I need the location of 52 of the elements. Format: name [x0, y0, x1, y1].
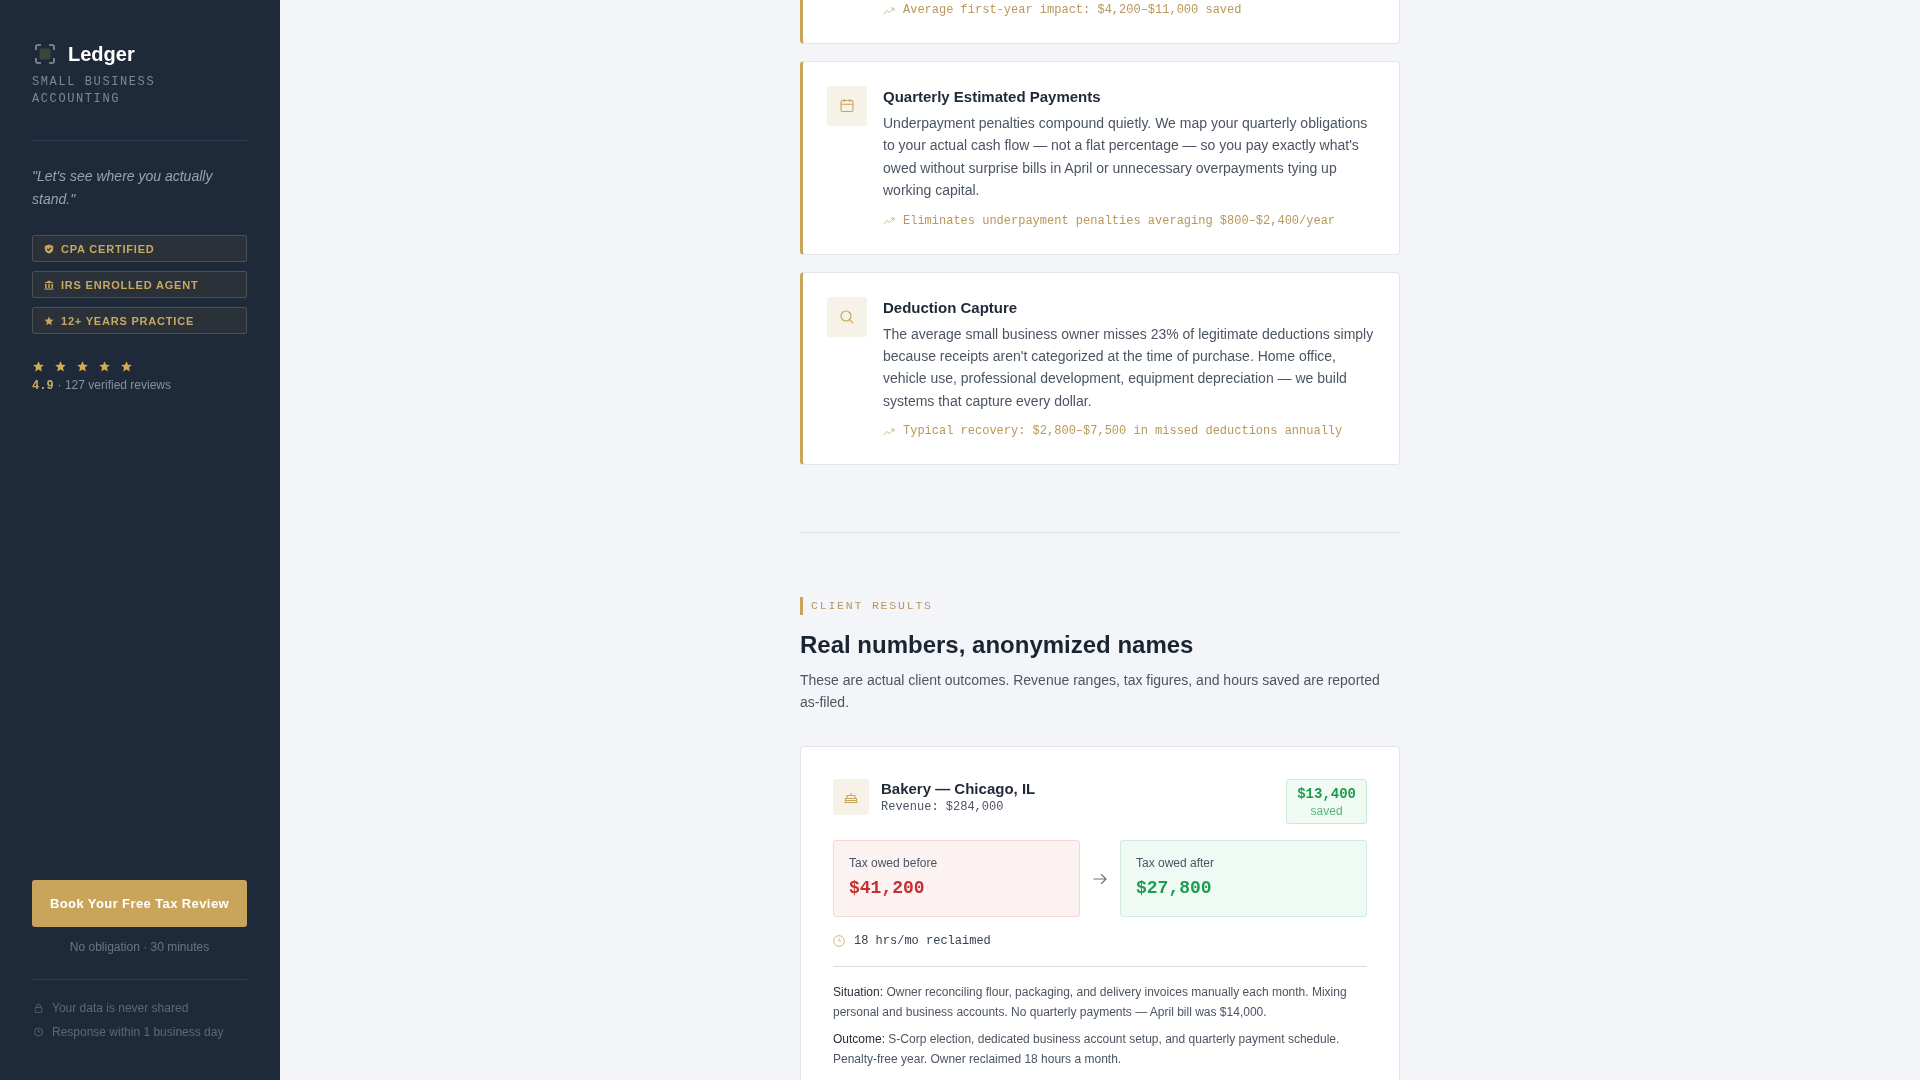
hours-reclaimed: 18 hrs/mo reclaimed [854, 933, 991, 950]
service-description: The average small business owner misses 23% of legitimate deductions simply because receipts aren't categorized at the time of purchase. Home office, vehicle use, professional development, equipment depreciation — we build systems that capture every dollar. [883, 324, 1375, 411]
impact-text: Eliminates underpayment penalties averaging $800–$2,400/year [903, 212, 1336, 230]
star-icon [121, 360, 132, 372]
lock-icon [34, 1003, 43, 1013]
tagline: SMALL BUSINESS ACCOUNTING [32, 74, 157, 108]
review-count: · 127 verified reviews [57, 377, 171, 393]
star-icon [44, 315, 54, 326]
tax-label: Tax owed after [1136, 855, 1216, 872]
service-title: Quarterly Estimated Payments [883, 87, 1102, 107]
section-heading: Real numbers, anonymized names [800, 630, 1195, 661]
case-note: Outcome: S-Corp election, dedicated business account setup, and quarterly payment schedule. Penalty-free year. Owner reclaimed 18 hours a month. [833, 1031, 1341, 1069]
service-description: Underpayment penalties compound quietly. We map your quarterly obligations to your actual cash flow — not a flat percentage — so you pay exactly what's owed without surprise bills in April or unnecessary overpayments tying up working capital. [883, 114, 1369, 201]
arrow-right-icon [1093, 872, 1107, 885]
star-icon [99, 360, 110, 372]
book-review-button[interactable]: Book Your Free Tax Review [32, 880, 247, 927]
assurance-text: Response within 1 business day [52, 1024, 224, 1040]
cake-icon [833, 779, 869, 816]
client-revenue: Revenue: $284,000 [881, 799, 1005, 816]
client-name: Bakery — Chicago, IL [881, 779, 1037, 800]
savings-label: saved [1309, 803, 1344, 820]
impact-text: Average first-year impact: $4,200–$11,000 saved [903, 2, 1242, 19]
section-eyebrow: CLIENT RESULTS [800, 597, 933, 616]
rating-score: 4.9 [32, 378, 54, 394]
shield-check-icon [44, 243, 54, 254]
search-icon [827, 296, 867, 337]
assurance-text: Your data is never shared [52, 1000, 189, 1016]
calendar-icon [827, 86, 867, 126]
savings-amount: $13,400 [1297, 785, 1356, 804]
section-intro: These are actual client outcomes. Revenue ranges, tax figures, and hours saved are reported as-filed. [800, 671, 1381, 713]
star-icon [55, 360, 66, 372]
cta-note: No obligation · 30 minutes [68, 939, 211, 955]
trend-up-icon [883, 426, 895, 436]
tax-amount: $41,200 [849, 877, 926, 901]
quote-text: "Let's see where you actually stand." [32, 167, 214, 209]
credential-text: IRS ENROLLED AGENT [61, 277, 199, 292]
credential-text: 12+ YEARS PRACTICE [61, 313, 195, 328]
case-note: Situation: Owner reconciling flour, packaging, and delivery invoices manually each month. Mixing personal and business accounts. No quarterly payments — April bill was $14,000. [833, 984, 1348, 1022]
trend-up-icon [883, 216, 895, 226]
trend-up-icon [883, 5, 895, 15]
clock-icon [34, 1027, 43, 1037]
tax-label: Tax owed before [849, 855, 939, 872]
clock-icon [833, 935, 845, 948]
tax-amount: $27,800 [1136, 877, 1213, 901]
service-title: Deduction Capture [883, 297, 1019, 318]
star-icon [33, 360, 44, 372]
star-icon [77, 360, 88, 372]
credential-text: CPA CERTIFIED [61, 241, 155, 256]
bank-icon [44, 279, 54, 290]
impact-text: Typical recovery: $2,800–$7,500 in missed deductions annually [903, 423, 1343, 441]
logo-icon [35, 44, 55, 64]
brand-name: Ledger [68, 42, 135, 66]
